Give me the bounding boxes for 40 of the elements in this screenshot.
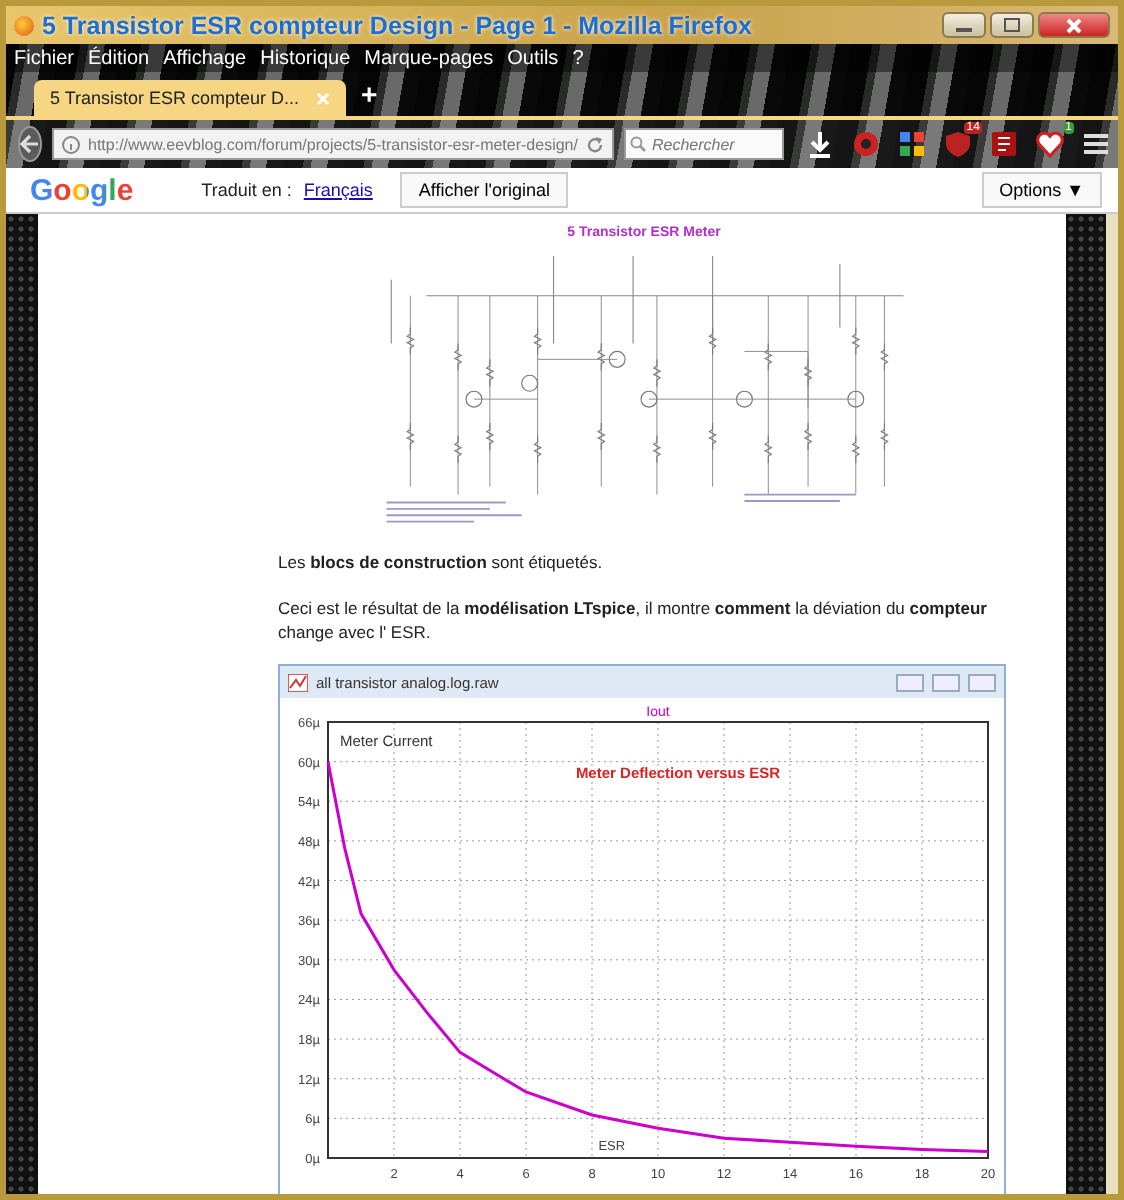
heart-icon[interactable] <box>1035 130 1064 158</box>
translate-label: Traduit en : <box>201 180 292 200</box>
apps-icon[interactable] <box>897 130 926 158</box>
menu-item[interactable]: Édition <box>88 47 150 69</box>
show-original-button[interactable]: Afficher l'original <box>400 172 568 208</box>
url-text: http://www.eevblog.com/forum/projects/5-transistor-esr-meter-design/ <box>88 135 578 153</box>
maximize-icon[interactable] <box>1004 18 1020 32</box>
search-field[interactable]: Rechercher <box>623 128 784 160</box>
reload-icon[interactable] <box>585 135 604 153</box>
menu-item[interactable]: Marque-pages <box>364 47 494 69</box>
paragraph: Ceci est le résultat de la modélisation LTspice, il montre comment la déviation du compteur change avec l' ESR. <box>278 598 989 645</box>
minimize-button[interactable] <box>942 12 986 38</box>
window-title: 5 Transistor ESR compteur Design - Page 1 - Mozilla Firefox <box>42 11 754 39</box>
menu-item[interactable]: Outils <box>507 47 559 69</box>
search-icon[interactable] <box>629 136 646 152</box>
menu-item[interactable]: ? <box>572 47 584 69</box>
language-link[interactable]: Français <box>303 180 373 200</box>
back-button[interactable] <box>18 126 42 162</box>
google-logo: Google <box>30 173 134 207</box>
menu-item[interactable]: Fichier <box>14 47 75 69</box>
download-icon[interactable] <box>805 130 834 158</box>
tab-label: 5 Transistor ESR compteur D... <box>50 88 300 108</box>
square-icon[interactable] <box>989 130 1018 158</box>
menu-item[interactable]: Historique <box>260 47 351 69</box>
close-button[interactable] <box>1038 12 1110 38</box>
paragraph: Les blocs de construction sont étiquetés. <box>278 552 605 575</box>
browser-logo-icon <box>14 15 34 35</box>
maximize-button[interactable] <box>990 12 1034 38</box>
options-button[interactable]: Options ▼ <box>981 172 1102 208</box>
new-tab-button[interactable]: + <box>361 78 378 116</box>
menu-icon[interactable] <box>1081 130 1110 158</box>
scrollbar[interactable] <box>1106 214 1118 1194</box>
browser-tab[interactable]: 5 Transistor ESR compteur D... <box>34 80 346 116</box>
info-icon[interactable] <box>62 135 80 153</box>
close-icon[interactable] <box>1066 17 1082 33</box>
shield-icon[interactable] <box>943 130 972 158</box>
chart-app-icon[interactable] <box>288 673 308 692</box>
record-icon[interactable] <box>851 130 880 158</box>
menu-item[interactable]: Affichage <box>163 47 247 69</box>
address-bar[interactable]: http://www.eevblog.com/forum/projects/5-transistor-esr-meter-design/ <box>52 128 614 160</box>
